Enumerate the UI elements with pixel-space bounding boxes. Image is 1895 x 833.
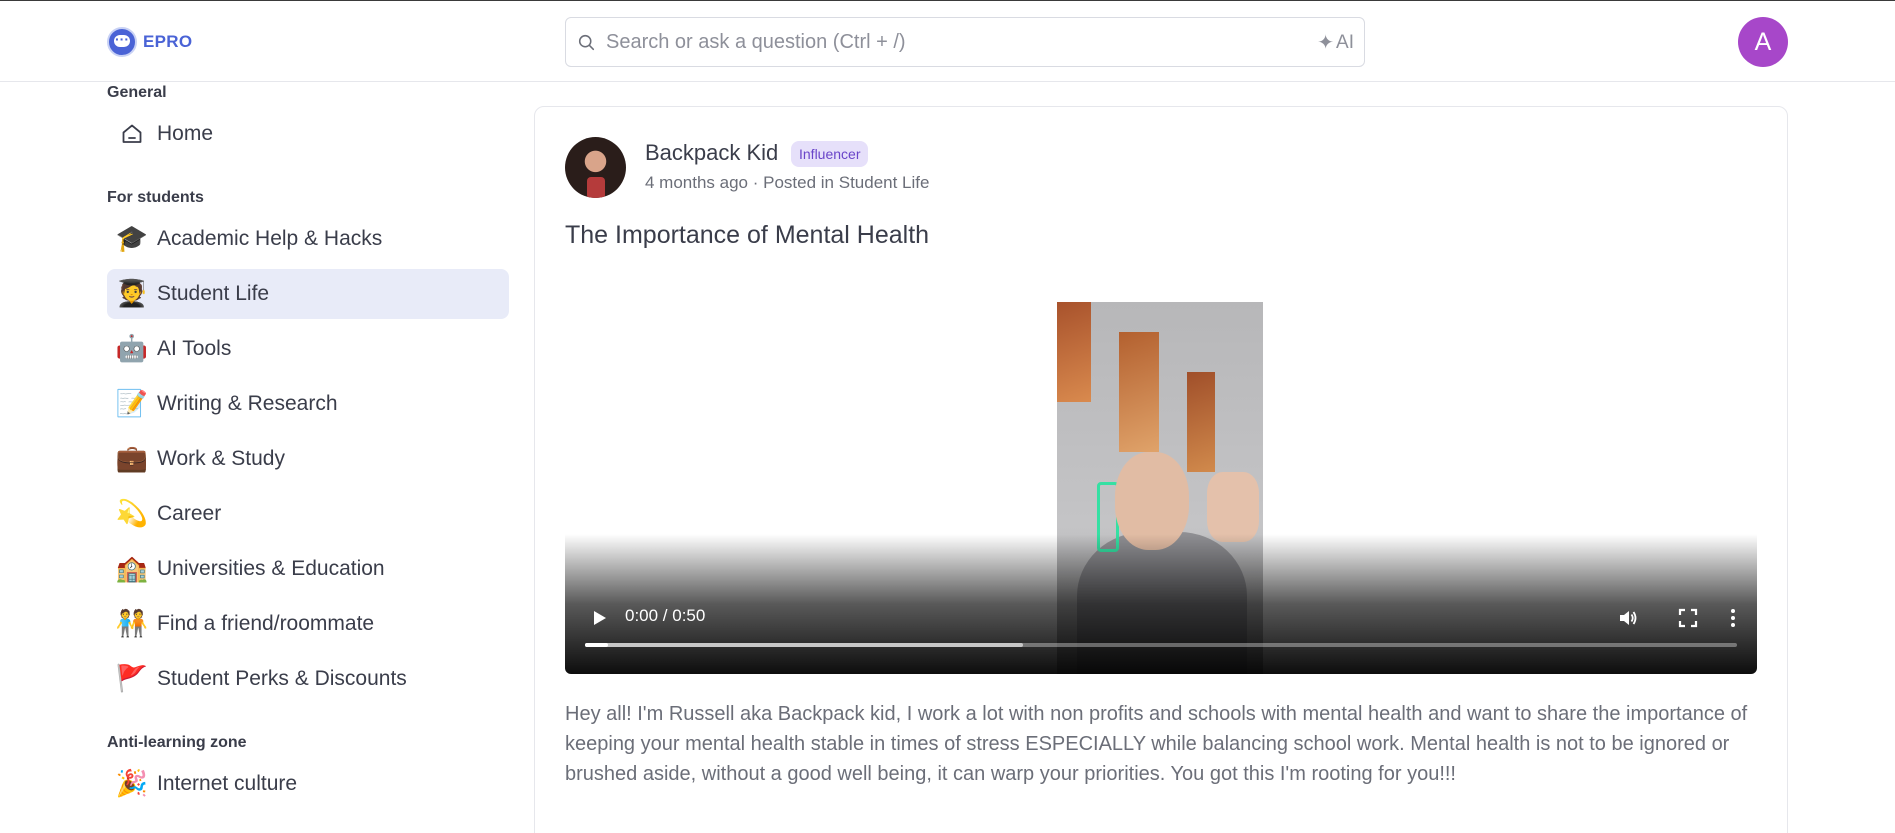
sidebar-item-label: Writing & Research [157, 392, 338, 415]
sidebar-item-label: Universities & Education [157, 557, 385, 580]
play-icon[interactable] [589, 608, 609, 628]
fullscreen-icon[interactable] [1677, 607, 1699, 629]
video-time: 0:00 / 0:50 [625, 606, 706, 625]
section-title-general: General [107, 84, 167, 101]
search-input[interactable] [606, 18, 1266, 66]
home-icon [115, 117, 149, 151]
sidebar-item-label: Career [157, 502, 222, 525]
app-logo[interactable]: EPRO [107, 27, 192, 57]
sidebar: General Home For students 🎓 Academic Hel… [107, 82, 509, 809]
sidebar-item-home[interactable]: Home [107, 109, 509, 159]
video-buffered-bar [585, 643, 1023, 647]
sidebar-item-universities[interactable]: 🏫 Universities & Education [107, 544, 509, 594]
sidebar-item-label: Find a friend/roommate [157, 612, 375, 635]
briefcase-icon: 💼 [115, 444, 149, 474]
sidebar-item-label: Student Perks & Discounts [157, 667, 407, 690]
frame-detail [1057, 302, 1091, 402]
volume-icon[interactable] [1617, 607, 1639, 629]
frame-detail [1187, 372, 1215, 472]
frame-detail [1207, 472, 1259, 542]
sidebar-item-career[interactable]: 💫 Career [107, 489, 509, 539]
influencer-badge: Influencer [791, 141, 869, 167]
frame-detail [1119, 332, 1159, 452]
sidebar-item-find-friend[interactable]: 🧑‍🤝‍🧑 Find a friend/roommate [107, 599, 509, 649]
student-icon: 🧑‍🎓 [115, 279, 149, 309]
video-player[interactable]: 0:00 / 0:50 [565, 302, 1757, 674]
post-meta: 4 months ago · Posted in Student Life [645, 173, 930, 192]
logo-text: EPRO [143, 32, 193, 51]
ai-button[interactable]: ✦ AI [1317, 30, 1354, 55]
post-body: Hey all! I'm Russell aka Backpack kid, I… [565, 703, 1748, 785]
sidebar-item-student-perks[interactable]: 🚩 Student Perks & Discounts [107, 654, 509, 704]
sidebar-item-label: Student Life [157, 282, 270, 305]
sidebar-item-label: Internet culture [157, 772, 298, 795]
section-title-anti-learning: Anti-learning zone [107, 734, 247, 751]
author-name[interactable]: Backpack Kid [645, 140, 778, 166]
people-holding-hands-icon: 🧑‍🤝‍🧑 [115, 609, 149, 639]
post-card: Backpack Kid Influencer 4 months ago · P… [534, 106, 1788, 833]
red-flag-icon: 🚩 [115, 664, 149, 694]
dizzy-star-icon: 💫 [115, 499, 149, 529]
post-title: The Importance of Mental Health [565, 221, 930, 249]
sidebar-item-student-life[interactable]: 🧑‍🎓 Student Life [107, 269, 509, 319]
video-controls-overlay [565, 534, 1757, 674]
ai-label: AI [1336, 31, 1354, 53]
section-title-for-students: For students [107, 189, 204, 206]
sidebar-item-label: Academic Help & Hacks [157, 227, 383, 250]
sidebar-item-label: AI Tools [157, 337, 232, 360]
sidebar-item-label: Home [157, 122, 214, 145]
school-icon: 🏫 [115, 554, 149, 584]
sidebar-item-work-study[interactable]: 💼 Work & Study [107, 434, 509, 484]
sidebar-item-label: Work & Study [157, 447, 285, 470]
search-bar[interactable]: ✦ AI [565, 17, 1365, 67]
memo-icon: 📝 [115, 389, 149, 419]
robot-icon: 🤖 [115, 334, 149, 364]
party-popper-icon: 🎉 [115, 769, 149, 799]
chat-bubble-icon [107, 27, 137, 57]
video-progress-bar[interactable] [585, 643, 1737, 647]
author-avatar[interactable] [565, 137, 626, 198]
sparkle-icon: ✦ [1317, 32, 1335, 54]
more-options-icon[interactable] [1727, 607, 1739, 629]
search-icon [578, 34, 595, 51]
sidebar-item-internet-culture[interactable]: 🎉 Internet culture [107, 759, 509, 809]
user-avatar[interactable]: A [1738, 17, 1788, 67]
sidebar-item-academic-help[interactable]: 🎓 Academic Help & Hacks [107, 214, 509, 264]
sidebar-item-writing-research[interactable]: 📝 Writing & Research [107, 379, 509, 429]
video-played-bar [585, 643, 609, 647]
top-bar: EPRO ✦ AI A [0, 1, 1895, 82]
graduation-cap-icon: 🎓 [115, 224, 149, 254]
sidebar-item-ai-tools[interactable]: 🤖 AI Tools [107, 324, 509, 374]
